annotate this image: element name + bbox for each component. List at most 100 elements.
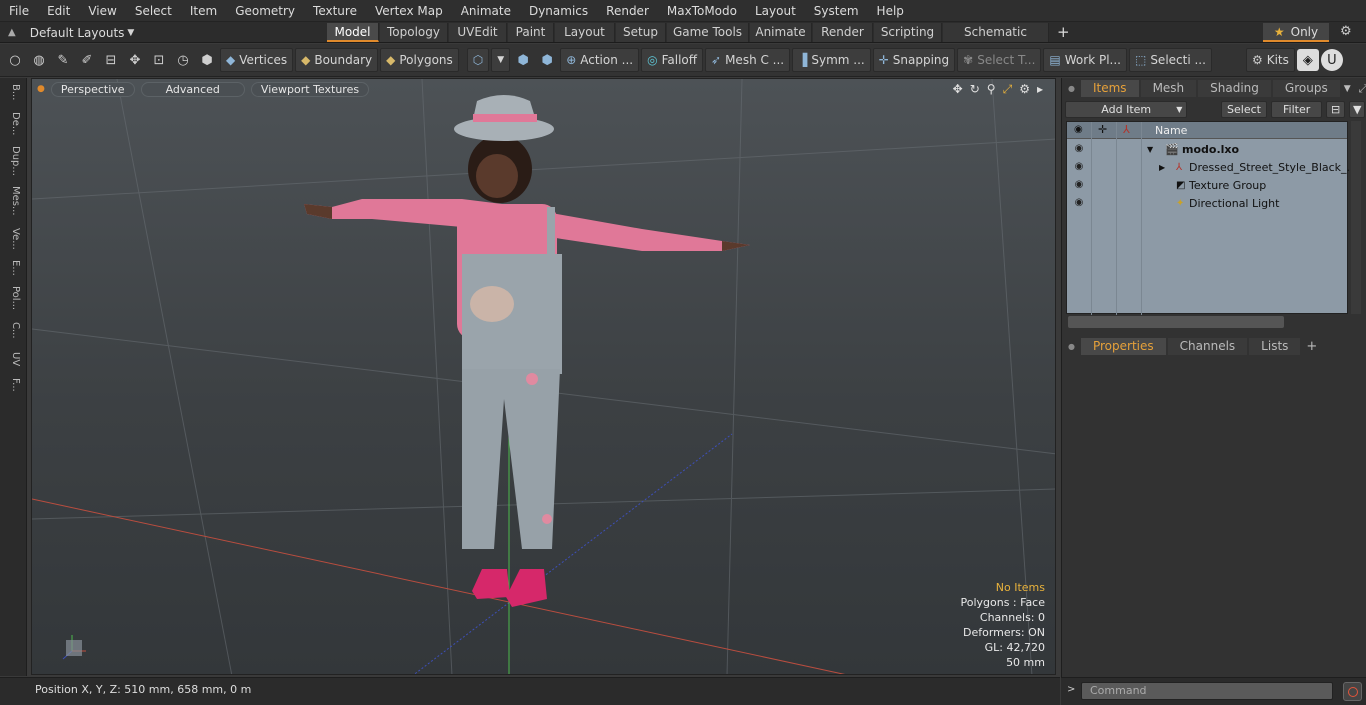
viewport-textures-button[interactable]: Viewport Textures	[250, 81, 370, 97]
collapse-icon[interactable]: ⊟	[1325, 100, 1346, 118]
tab-lists[interactable]: Lists	[1249, 338, 1301, 355]
menu-animate[interactable]: Animate	[452, 0, 520, 22]
tab-uvedit[interactable]: UVEdit	[449, 23, 507, 42]
tab-groups[interactable]: Groups	[1272, 80, 1340, 97]
panel-menu-dot-icon[interactable]: ●	[1068, 84, 1075, 93]
unity-icon[interactable]: ◈	[1296, 49, 1319, 71]
menu-file[interactable]: File	[0, 0, 38, 22]
tab-shading[interactable]: Shading	[1198, 80, 1271, 97]
expand-arrow-icon[interactable]: ▼	[1147, 145, 1153, 154]
move-icon[interactable]: ✥	[124, 49, 146, 71]
unreal-icon[interactable]: U	[1320, 49, 1343, 71]
gear-icon[interactable]: ⚙	[1340, 24, 1352, 39]
vtab-deform[interactable]: De...	[4, 112, 21, 135]
tabs-dropdown-icon[interactable]: ▼	[1344, 84, 1351, 94]
item-row-texture-group[interactable]: ◉ ◩ Texture Group	[1067, 176, 1349, 194]
viewport-expand-icon[interactable]: ▸	[1037, 82, 1043, 97]
layout-dropdown[interactable]: ▲ Default Layouts ▼	[0, 22, 134, 43]
vtab-vertex[interactable]: Ve...	[4, 228, 21, 250]
tab-layout[interactable]: Layout	[555, 23, 615, 42]
vtab-duplicate[interactable]: Dup...	[4, 146, 21, 176]
eye-icon[interactable]: ◉	[1072, 158, 1086, 176]
visibility-column-eye-icon[interactable]: ◉	[1074, 124, 1083, 135]
character-model[interactable]	[304, 95, 750, 607]
polygons-button[interactable]: ◆ Polygons	[380, 48, 459, 72]
action-button[interactable]: ⊕ Action ...	[560, 48, 640, 72]
eye-icon[interactable]: ◉	[1072, 194, 1086, 212]
eye-icon[interactable]: ◉	[1072, 176, 1086, 194]
snapping-button[interactable]: ✛ Snapping	[872, 48, 956, 72]
symmetry-mode-icon[interactable]: ⬢	[512, 49, 534, 71]
vtab-basic[interactable]: B...	[4, 84, 21, 100]
selection-sets-button[interactable]: ⬚ Selecti ...	[1128, 48, 1212, 72]
vtab-polygon[interactable]: Pol...	[4, 286, 21, 310]
add-item-button[interactable]: Add Item ▼	[1065, 100, 1188, 118]
viewport-menu-dot-icon[interactable]: ●	[37, 84, 45, 94]
advanced-button[interactable]: Advanced	[140, 81, 245, 97]
tab-mesh-ops[interactable]: Mesh ...	[1140, 80, 1197, 112]
funnel-icon[interactable]: ▼	[1349, 100, 1365, 118]
3d-viewport[interactable]: ● Perspective Advanced Viewport Textures…	[31, 78, 1056, 675]
vtab-fusion[interactable]: F...	[4, 378, 21, 392]
kits-button[interactable]: ⚙ Kits	[1245, 48, 1295, 72]
center-mode-icon[interactable]: ⬢	[536, 49, 558, 71]
add-tab-icon[interactable]: +	[1306, 339, 1317, 354]
menu-system[interactable]: System	[805, 0, 868, 22]
orbit-icon[interactable]: ↻	[970, 82, 980, 97]
eye-icon[interactable]: ◉	[1072, 140, 1086, 158]
command-execute-button[interactable]	[1343, 682, 1362, 701]
transform-icon[interactable]: ⊟	[100, 49, 122, 71]
menu-texture[interactable]: Texture	[304, 0, 366, 22]
viewport-gear-icon[interactable]: ⚙	[1019, 82, 1030, 97]
expand-arrow-icon[interactable]: ▶	[1159, 163, 1165, 172]
menu-select[interactable]: Select	[126, 0, 181, 22]
menu-maxtomodo[interactable]: MaxToModo	[658, 0, 746, 22]
tab-topology[interactable]: Topology	[380, 23, 448, 42]
panel-menu-dot-icon[interactable]: ●	[1068, 342, 1075, 351]
tab-game-tools[interactable]: Game Tools	[667, 23, 749, 42]
material-mode-button[interactable]: ⬡	[466, 48, 490, 72]
add-tab-icon[interactable]: +	[1057, 22, 1070, 42]
items-horizontal-scrollbar[interactable]	[1068, 316, 1284, 328]
menu-vertex-map[interactable]: Vertex Map	[366, 0, 452, 22]
filter-button[interactable]: Filter	[1271, 100, 1322, 118]
menu-edit[interactable]: Edit	[38, 0, 79, 22]
select-through-button[interactable]: ✾ Select T...	[957, 48, 1042, 72]
vtab-edge[interactable]: E...	[4, 260, 21, 276]
tab-schematic-fusion[interactable]: Schematic Fusion	[943, 23, 1049, 58]
tab-animate[interactable]: Animate	[750, 23, 812, 42]
select-button[interactable]: Select	[1220, 100, 1268, 118]
menu-geometry[interactable]: Geometry	[226, 0, 304, 22]
rotate-icon[interactable]: ◷	[172, 49, 194, 71]
brush-icon[interactable]: ✐	[76, 49, 98, 71]
vtab-mesh-edit[interactable]: Mes...	[4, 186, 21, 216]
perspective-button[interactable]: Perspective	[50, 81, 135, 97]
command-history-arrow-icon[interactable]: >	[1067, 684, 1075, 695]
menu-help[interactable]: Help	[868, 0, 913, 22]
tab-render[interactable]: Render	[813, 23, 873, 42]
tab-channels[interactable]: Channels	[1167, 338, 1248, 355]
pen-tool-icon[interactable]: ✎	[52, 49, 74, 71]
item-mode-icon[interactable]: ⬢	[196, 49, 218, 71]
vtab-uv[interactable]: UV	[4, 352, 21, 366]
axis-column-icon[interactable]: ⅄	[1123, 123, 1130, 136]
items-list[interactable]: ◉ ✛ ⅄ Name ◉ ▼ 🎬 modo.lxo ◉ ▶ ⅄ Dressed_…	[1066, 121, 1357, 315]
tab-model[interactable]: Model	[327, 23, 379, 42]
zoom-icon[interactable]: ⚲	[987, 82, 996, 97]
mesh-constraint-button[interactable]: ➶ Mesh C ...	[705, 48, 791, 72]
falloff-button[interactable]: ◎ Falloff	[641, 48, 704, 72]
work-plane-button[interactable]: ▤ Work Pl...	[1043, 48, 1127, 72]
tab-properties[interactable]: Properties	[1080, 338, 1166, 355]
item-row-scene[interactable]: ◉ ▼ 🎬 modo.lxo	[1067, 140, 1349, 158]
collapse-arrow-icon[interactable]: ▲	[8, 27, 16, 38]
pan-icon[interactable]: ✥	[953, 82, 963, 97]
scale-icon[interactable]: ⊡	[148, 49, 170, 71]
item-row-mesh[interactable]: ◉ ▶ ⅄ Dressed_Street_Style_Black_...	[1067, 158, 1357, 176]
command-input[interactable]: Command	[1081, 682, 1333, 700]
only-button[interactable]: ★ Only	[1263, 23, 1329, 42]
tab-items[interactable]: Items	[1080, 80, 1139, 97]
maximize-icon[interactable]: ⤢	[1003, 82, 1013, 97]
panel-expand-icon[interactable]: ⤢	[1359, 82, 1366, 96]
symmetry-button[interactable]: ▐ Symm ...	[792, 48, 871, 72]
vertices-button[interactable]: ◆ Vertices	[220, 48, 294, 72]
